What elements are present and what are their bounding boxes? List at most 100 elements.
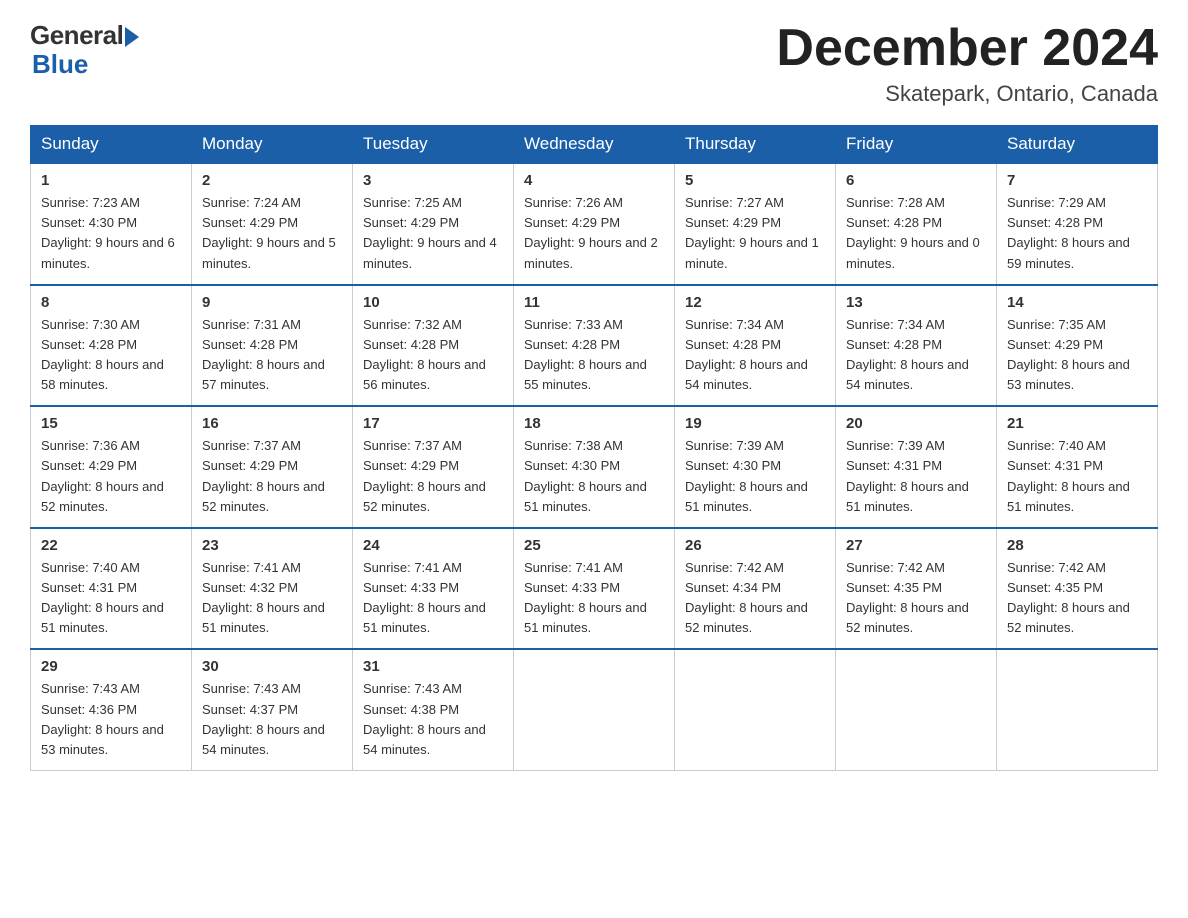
sunrise-label: Sunrise: <box>1007 560 1058 575</box>
sunrise-value: 7:41 AM <box>253 560 301 575</box>
table-row: 1 Sunrise: 7:23 AM Sunset: 4:30 PM Dayli… <box>31 163 192 285</box>
calendar-week-row: 29 Sunrise: 7:43 AM Sunset: 4:36 PM Dayl… <box>31 649 1158 770</box>
sunrise-value: 7:27 AM <box>736 195 784 210</box>
daylight-label: Daylight: <box>363 357 417 372</box>
sunset-label: Sunset: <box>1007 458 1055 473</box>
table-row <box>514 649 675 770</box>
day-number: 24 <box>363 537 503 554</box>
day-number: 16 <box>202 415 342 432</box>
sunset-value: 4:28 PM <box>572 337 620 352</box>
col-wednesday: Wednesday <box>514 126 675 164</box>
day-number: 19 <box>685 415 825 432</box>
day-number: 1 <box>41 172 181 189</box>
sunrise-label: Sunrise: <box>363 317 414 332</box>
calendar-week-row: 22 Sunrise: 7:40 AM Sunset: 4:31 PM Dayl… <box>31 528 1158 650</box>
daylight-label: Daylight: <box>846 479 900 494</box>
sunrise-label: Sunrise: <box>202 317 253 332</box>
table-row <box>997 649 1158 770</box>
sunrise-value: 7:30 AM <box>92 317 140 332</box>
col-thursday: Thursday <box>675 126 836 164</box>
day-number: 18 <box>524 415 664 432</box>
day-info: Sunrise: 7:38 AM Sunset: 4:30 PM Dayligh… <box>524 436 664 517</box>
table-row: 14 Sunrise: 7:35 AM Sunset: 4:29 PM Dayl… <box>997 285 1158 407</box>
daylight-label: Daylight: <box>524 479 578 494</box>
sunset-value: 4:37 PM <box>250 702 298 717</box>
table-row: 8 Sunrise: 7:30 AM Sunset: 4:28 PM Dayli… <box>31 285 192 407</box>
sunset-value: 4:32 PM <box>250 580 298 595</box>
sunset-value: 4:28 PM <box>411 337 459 352</box>
sunrise-label: Sunrise: <box>846 317 897 332</box>
sunset-value: 4:28 PM <box>1055 215 1103 230</box>
sunrise-value: 7:35 AM <box>1058 317 1106 332</box>
sunset-value: 4:30 PM <box>572 458 620 473</box>
daylight-label: Daylight: <box>685 479 739 494</box>
day-number: 30 <box>202 658 342 675</box>
day-info: Sunrise: 7:31 AM Sunset: 4:28 PM Dayligh… <box>202 315 342 396</box>
sunset-value: 4:33 PM <box>572 580 620 595</box>
sunrise-label: Sunrise: <box>41 317 92 332</box>
day-info: Sunrise: 7:26 AM Sunset: 4:29 PM Dayligh… <box>524 193 664 274</box>
sunrise-label: Sunrise: <box>363 560 414 575</box>
day-info: Sunrise: 7:23 AM Sunset: 4:30 PM Dayligh… <box>41 193 181 274</box>
sunrise-value: 7:42 AM <box>736 560 784 575</box>
sunset-value: 4:29 PM <box>250 215 298 230</box>
sunrise-label: Sunrise: <box>1007 438 1058 453</box>
daylight-label: Daylight: <box>363 600 417 615</box>
day-number: 5 <box>685 172 825 189</box>
sunrise-value: 7:34 AM <box>736 317 784 332</box>
day-number: 27 <box>846 537 986 554</box>
daylight-label: Daylight: <box>1007 357 1061 372</box>
sunset-label: Sunset: <box>1007 337 1055 352</box>
table-row: 16 Sunrise: 7:37 AM Sunset: 4:29 PM Dayl… <box>192 406 353 528</box>
sunrise-label: Sunrise: <box>1007 317 1058 332</box>
sunset-value: 4:29 PM <box>411 215 459 230</box>
sunrise-label: Sunrise: <box>363 438 414 453</box>
sunset-label: Sunset: <box>41 215 89 230</box>
sunset-value: 4:31 PM <box>1055 458 1103 473</box>
sunset-value: 4:28 PM <box>89 337 137 352</box>
sunset-label: Sunset: <box>846 458 894 473</box>
sunrise-value: 7:43 AM <box>92 681 140 696</box>
sunset-label: Sunset: <box>1007 580 1055 595</box>
day-info: Sunrise: 7:29 AM Sunset: 4:28 PM Dayligh… <box>1007 193 1147 274</box>
sunrise-value: 7:34 AM <box>897 317 945 332</box>
sunset-label: Sunset: <box>846 215 894 230</box>
sunrise-label: Sunrise: <box>524 195 575 210</box>
day-number: 20 <box>846 415 986 432</box>
day-info: Sunrise: 7:34 AM Sunset: 4:28 PM Dayligh… <box>846 315 986 396</box>
table-row: 11 Sunrise: 7:33 AM Sunset: 4:28 PM Dayl… <box>514 285 675 407</box>
day-number: 11 <box>524 294 664 311</box>
sunset-value: 4:35 PM <box>1055 580 1103 595</box>
sunset-label: Sunset: <box>363 580 411 595</box>
day-info: Sunrise: 7:27 AM Sunset: 4:29 PM Dayligh… <box>685 193 825 274</box>
logo-blue-text: Blue <box>32 49 88 80</box>
daylight-label: Daylight: <box>41 357 95 372</box>
day-number: 28 <box>1007 537 1147 554</box>
calendar-week-row: 1 Sunrise: 7:23 AM Sunset: 4:30 PM Dayli… <box>31 163 1158 285</box>
daylight-label: Daylight: <box>202 600 256 615</box>
sunset-value: 4:28 PM <box>733 337 781 352</box>
page-header: General Blue December 2024 Skatepark, On… <box>30 20 1158 107</box>
table-row: 19 Sunrise: 7:39 AM Sunset: 4:30 PM Dayl… <box>675 406 836 528</box>
sunset-label: Sunset: <box>685 215 733 230</box>
day-number: 21 <box>1007 415 1147 432</box>
sunrise-value: 7:39 AM <box>736 438 784 453</box>
table-row: 4 Sunrise: 7:26 AM Sunset: 4:29 PM Dayli… <box>514 163 675 285</box>
daylight-label: Daylight: <box>1007 479 1061 494</box>
daylight-label: Daylight: <box>41 235 95 250</box>
sunrise-value: 7:24 AM <box>253 195 301 210</box>
calendar-week-row: 15 Sunrise: 7:36 AM Sunset: 4:29 PM Dayl… <box>31 406 1158 528</box>
day-info: Sunrise: 7:39 AM Sunset: 4:30 PM Dayligh… <box>685 436 825 517</box>
day-info: Sunrise: 7:34 AM Sunset: 4:28 PM Dayligh… <box>685 315 825 396</box>
sunset-label: Sunset: <box>524 458 572 473</box>
logo-arrow-icon <box>125 27 139 47</box>
col-tuesday: Tuesday <box>353 126 514 164</box>
daylight-label: Daylight: <box>685 600 739 615</box>
sunset-label: Sunset: <box>363 702 411 717</box>
daylight-label: Daylight: <box>202 357 256 372</box>
day-info: Sunrise: 7:35 AM Sunset: 4:29 PM Dayligh… <box>1007 315 1147 396</box>
sunrise-value: 7:36 AM <box>92 438 140 453</box>
day-info: Sunrise: 7:33 AM Sunset: 4:28 PM Dayligh… <box>524 315 664 396</box>
table-row: 6 Sunrise: 7:28 AM Sunset: 4:28 PM Dayli… <box>836 163 997 285</box>
calendar-table: Sunday Monday Tuesday Wednesday Thursday… <box>30 125 1158 771</box>
